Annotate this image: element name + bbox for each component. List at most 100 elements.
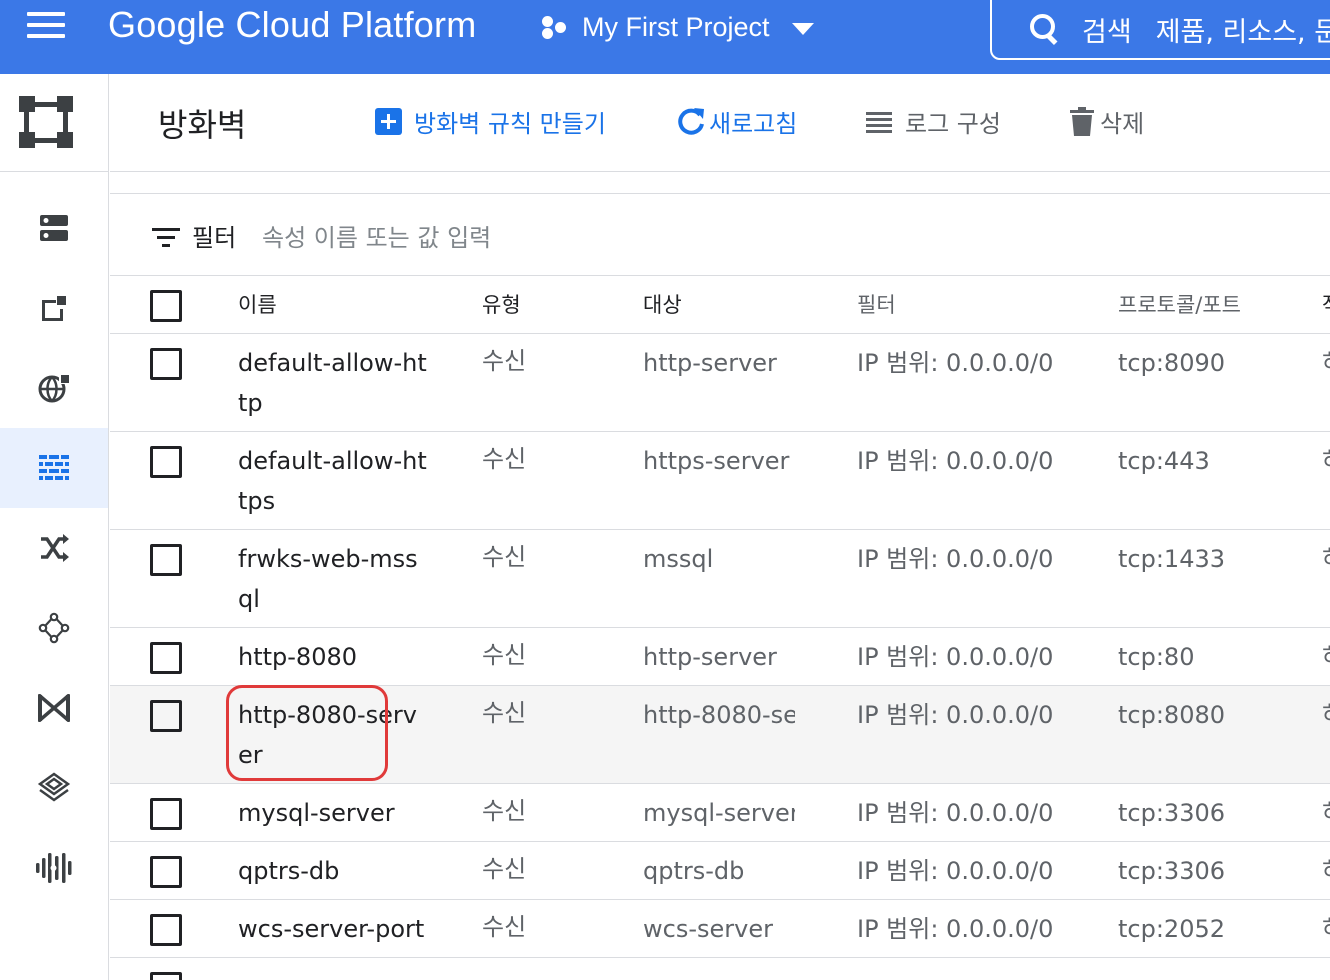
vpc-network-logo-icon bbox=[0, 74, 109, 172]
configure-logs-button[interactable]: 로그 구성 bbox=[865, 104, 1001, 139]
search-box[interactable]: 검색 제품, 리소스, 문 bbox=[990, 0, 1330, 60]
table-row[interactable]: http-8080-server 수신 http-8080-server IP … bbox=[110, 686, 1330, 784]
rule-action: 허 bbox=[1322, 909, 1330, 949]
table-row[interactable]: default-allow-https 수신 https-server IP 범… bbox=[110, 432, 1330, 530]
rule-filter: IP 범위: 0.0.0.0/0 bbox=[857, 915, 1054, 943]
rule-name-link[interactable]: default-allow-https bbox=[238, 441, 428, 521]
rule-type: 수신 bbox=[482, 913, 527, 941]
rule-target: http-server bbox=[643, 643, 777, 671]
project-name: My First Project bbox=[582, 11, 770, 42]
rule-name-link[interactable]: http-8080-server bbox=[238, 695, 428, 775]
rule-name-link[interactable]: mysql-server bbox=[238, 793, 428, 833]
filter-input[interactable]: 속성 이름 또는 값 입력 bbox=[262, 218, 491, 253]
select-all-checkbox[interactable] bbox=[150, 290, 182, 322]
row-checkbox[interactable] bbox=[150, 914, 182, 946]
shared-vpc-icon[interactable] bbox=[0, 668, 108, 748]
rule-filter: IP 범위: 0.0.0.0/0 bbox=[857, 349, 1054, 377]
rule-type: 수신 bbox=[482, 797, 527, 825]
network-globe-icon[interactable] bbox=[0, 348, 108, 428]
rule-target: https-server bbox=[643, 447, 790, 475]
rule-action: 허 bbox=[1322, 343, 1330, 383]
search-input[interactable]: 제품, 리소스, 문 bbox=[1156, 10, 1330, 49]
firewall-rules-table: 이름 유형 대상 필터 프로토콜/포트 작 default-allow-http… bbox=[110, 276, 1330, 980]
rule-protocol: tcp:8090 bbox=[1118, 349, 1226, 377]
rule-target: mssql bbox=[643, 545, 714, 573]
left-rail bbox=[0, 74, 109, 980]
configure-logs-label: 로그 구성 bbox=[905, 110, 1001, 138]
delete-label: 삭제 bbox=[1100, 110, 1145, 138]
column-header-type[interactable]: 유형 bbox=[482, 285, 521, 325]
column-header-target[interactable]: 대상 bbox=[643, 285, 682, 325]
rule-target: qptrs-db bbox=[643, 857, 745, 885]
rule-protocol: tcp:80 bbox=[1118, 643, 1195, 671]
filter-icon[interactable] bbox=[152, 228, 180, 248]
brand-title[interactable]: Google Cloud Platform bbox=[108, 4, 476, 46]
rule-protocol: tcp:443 bbox=[1118, 447, 1210, 475]
create-firewall-rule-button[interactable]: 방화벽 규칙 만들기 bbox=[375, 104, 606, 139]
rule-type: 수신 bbox=[482, 855, 527, 883]
table-row[interactable] bbox=[110, 958, 1330, 980]
rule-name-link[interactable]: http-8080 bbox=[238, 637, 428, 677]
column-header-action[interactable]: 작 bbox=[1322, 285, 1330, 325]
rule-target: mysql-server bbox=[643, 799, 795, 827]
rule-filter: IP 범위: 0.0.0.0/0 bbox=[857, 857, 1054, 885]
table-row[interactable]: qptrs-db 수신 qptrs-db IP 범위: 0.0.0.0/0 tc… bbox=[110, 842, 1330, 900]
search-icon bbox=[1030, 14, 1060, 44]
delete-button[interactable]: 삭제 bbox=[1070, 104, 1144, 139]
refresh-button[interactable]: 새로고침 bbox=[675, 104, 797, 139]
external-ip-icon[interactable] bbox=[0, 268, 108, 348]
rule-action: 허 bbox=[1322, 441, 1330, 481]
rule-target: wcs-server bbox=[643, 915, 773, 943]
row-checkbox[interactable] bbox=[150, 972, 182, 980]
rule-action: 허 bbox=[1322, 539, 1330, 579]
row-checkbox[interactable] bbox=[150, 348, 182, 380]
routes-icon[interactable] bbox=[0, 508, 108, 588]
search-label: 검색 bbox=[1082, 16, 1132, 48]
rule-protocol: tcp:8080 bbox=[1118, 701, 1226, 729]
project-dots-icon bbox=[540, 12, 570, 42]
rule-name-link[interactable]: qptrs-db bbox=[238, 851, 428, 891]
column-header-protocol[interactable]: 프로토콜/포트 bbox=[1118, 285, 1241, 325]
vpc-peering-icon[interactable] bbox=[0, 588, 108, 668]
project-selector[interactable]: My First Project bbox=[540, 6, 814, 48]
firewall-icon[interactable] bbox=[0, 428, 108, 508]
rule-type: 수신 bbox=[482, 445, 527, 473]
table-row[interactable]: frwks-web-mssql 수신 mssql IP 범위: 0.0.0.0/… bbox=[110, 530, 1330, 628]
table-row[interactable]: wcs-server-port 수신 wcs-server IP 범위: 0.0… bbox=[110, 900, 1330, 958]
table-row[interactable]: mysql-server 수신 mysql-server IP 범위: 0.0.… bbox=[110, 784, 1330, 842]
packet-mirroring-icon[interactable] bbox=[0, 828, 108, 908]
rule-target: http-8080-server bbox=[643, 701, 795, 729]
table-row[interactable]: http-8080 수신 http-server IP 범위: 0.0.0.0/… bbox=[110, 628, 1330, 686]
create-firewall-rule-label: 방화벽 규칙 만들기 bbox=[414, 110, 606, 138]
refresh-label: 새로고침 bbox=[709, 110, 798, 138]
rule-protocol: tcp:1433 bbox=[1118, 545, 1226, 573]
rule-filter: IP 범위: 0.0.0.0/0 bbox=[857, 447, 1054, 475]
filter-label: 필터 bbox=[192, 224, 237, 252]
hamburger-menu-icon[interactable] bbox=[27, 12, 65, 40]
row-checkbox[interactable] bbox=[150, 700, 182, 732]
add-icon bbox=[375, 108, 402, 135]
rule-type: 수신 bbox=[482, 699, 527, 727]
rule-filter: IP 범위: 0.0.0.0/0 bbox=[857, 643, 1054, 671]
rule-target: http-server bbox=[643, 349, 777, 377]
row-checkbox[interactable] bbox=[150, 544, 182, 576]
rule-name-link[interactable]: frwks-web-mssql bbox=[238, 539, 428, 619]
row-checkbox[interactable] bbox=[150, 446, 182, 478]
page-title: 방화벽 bbox=[158, 106, 247, 144]
row-checkbox[interactable] bbox=[150, 856, 182, 888]
table-row[interactable]: default-allow-http 수신 http-server IP 범위:… bbox=[110, 334, 1330, 432]
rule-protocol: tcp:3306 bbox=[1118, 799, 1226, 827]
rule-action: 허 bbox=[1322, 793, 1330, 833]
rule-name-link[interactable]: wcs-server-port bbox=[238, 909, 428, 949]
chevron-down-icon bbox=[791, 23, 814, 35]
row-checkbox[interactable] bbox=[150, 642, 182, 674]
rule-name-link[interactable]: default-allow-http bbox=[238, 343, 428, 423]
row-checkbox[interactable] bbox=[150, 798, 182, 830]
vm-instances-icon[interactable] bbox=[0, 188, 108, 268]
rule-protocol: tcp:2052 bbox=[1118, 915, 1226, 943]
column-header-filter[interactable]: 필터 bbox=[857, 285, 896, 325]
serverless-vpc-icon[interactable] bbox=[0, 748, 108, 828]
column-header-name[interactable]: 이름 bbox=[238, 285, 277, 325]
rule-type: 수신 bbox=[482, 641, 527, 669]
rule-action: 허 bbox=[1322, 695, 1330, 735]
